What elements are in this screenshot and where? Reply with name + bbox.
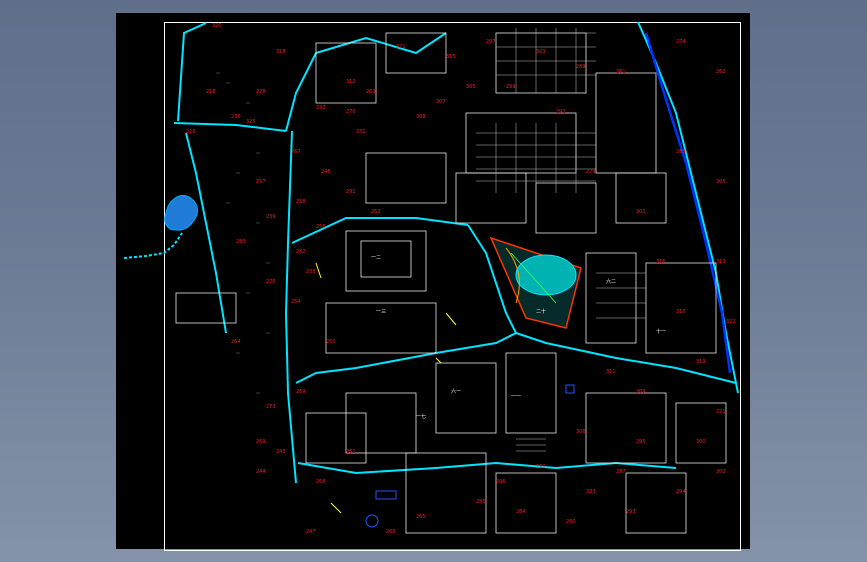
- lot-number-label: 284: [516, 509, 526, 515]
- lot-number-label: 305: [466, 84, 476, 90]
- lot-number-label: 300: [696, 439, 706, 445]
- lot-number-label: 250: [326, 339, 336, 345]
- block-label: 二十: [536, 308, 546, 315]
- lot-number-label: 279: [586, 169, 596, 175]
- lot-number-label: 263: [366, 89, 376, 95]
- lot-number-label: 228: [256, 89, 266, 95]
- lot-number-label: 312: [346, 79, 356, 85]
- lot-number-label: 288: [676, 149, 686, 155]
- lot-number-label: 331: [356, 129, 366, 135]
- lot-number-label: 256: [316, 224, 326, 230]
- lot-number-label: 258: [296, 199, 306, 205]
- lot-number-label: 283: [236, 239, 246, 245]
- lot-number-label: 289: [576, 64, 586, 70]
- block-label: 一三: [376, 309, 386, 315]
- stream-east: [644, 32, 732, 374]
- lot-number-label: 305: [716, 179, 726, 185]
- lot-number-label: 261: [346, 449, 356, 455]
- lot-number-label: 297: [486, 39, 496, 45]
- lot-number-label: 296: [496, 479, 506, 485]
- lot-number-label: 259: [256, 439, 266, 445]
- block-label: 一七: [416, 413, 426, 420]
- lot-number-label: 282: [296, 249, 306, 255]
- lot-number-label: 290: [536, 464, 546, 470]
- lot-number-label: 266: [386, 529, 396, 535]
- lot-number-label: 218: [206, 89, 216, 95]
- lot-number-label: 232: [316, 105, 326, 111]
- cad-model-space[interactable]: 320 318 312 321 315 297 303 289 281 274 262 325 267 2…: [116, 13, 750, 551]
- lot-number-label: 244: [256, 469, 266, 475]
- lot-number-label: 262: [716, 69, 726, 75]
- lot-number-label: 306: [576, 429, 586, 435]
- lot-number-label: 321: [396, 44, 406, 50]
- lot-number-label: 243: [276, 449, 286, 455]
- block-label: 一二: [371, 255, 381, 261]
- lot-number-label: 254: [291, 299, 301, 305]
- lot-number-label: 320: [212, 23, 222, 29]
- lot-number-label: 226: [186, 129, 196, 135]
- lot-number-label: 236: [231, 114, 241, 120]
- park-lawn: [515, 254, 577, 296]
- lot-number-label: 280: [566, 519, 576, 525]
- lot-number-label: 281: [616, 69, 626, 75]
- block-label: 六二: [606, 278, 616, 285]
- lot-number-label: 310: [676, 309, 686, 315]
- lot-number-label: 233: [306, 269, 316, 275]
- footpaths: [315, 262, 457, 514]
- lot-number-label: 276: [266, 279, 276, 285]
- lot-number-label: 247: [306, 529, 316, 535]
- symbols: [365, 384, 575, 528]
- lot-number-label: 313: [716, 259, 726, 265]
- lot-number-label: 239: [266, 214, 276, 220]
- lot-number-label: 248: [321, 169, 331, 175]
- block-label: 六一: [451, 388, 461, 395]
- lot-number-label: 322: [726, 319, 736, 325]
- lot-number-label: 271: [716, 409, 726, 415]
- lot-number-labels: 320 318 312 321 315 297 303 289 281 274 262 325 267 2…: [186, 23, 736, 535]
- block-label: 一一: [511, 394, 521, 400]
- lot-number-label: 293: [626, 509, 636, 515]
- lot-number-label: 291: [346, 189, 356, 195]
- lot-number-label: 308: [416, 114, 426, 120]
- vegetation-markers: [216, 72, 270, 394]
- lot-number-label: 267: [291, 149, 301, 155]
- lot-number-label: 265: [416, 514, 426, 520]
- lot-number-label: 301: [636, 209, 646, 215]
- lot-number-label: 269: [296, 389, 306, 395]
- lot-number-label: 270: [346, 109, 356, 115]
- lot-number-label: 302: [716, 469, 726, 475]
- lot-number-label: 274: [676, 39, 686, 45]
- lot-number-label: 316: [656, 259, 666, 265]
- lot-number-label: 303: [536, 49, 546, 55]
- lot-number-label: 311: [606, 369, 616, 375]
- stream-west: [123, 232, 183, 259]
- lot-number-label: 252: [371, 209, 381, 215]
- lot-number-label: 294: [676, 489, 686, 495]
- pond-water: [164, 195, 198, 231]
- lot-number-label: 307: [436, 99, 446, 105]
- block-label: 十一: [656, 328, 666, 335]
- building-footprints: [175, 32, 727, 534]
- lot-number-label: 257: [256, 179, 266, 185]
- lot-number-label: 292: [556, 109, 566, 115]
- site-plan-drawing: 320 318 312 321 315 297 303 289 281 274 262 325 267 2…: [123, 21, 739, 535]
- lot-number-label: 325: [246, 119, 256, 125]
- lot-number-label: 268: [316, 479, 326, 485]
- lot-number-label: 319: [696, 359, 706, 365]
- lot-number-label: 299: [506, 84, 516, 90]
- lot-number-label: 264: [231, 339, 241, 345]
- lot-number-label: 333: [586, 489, 596, 495]
- lot-number-label: 315: [446, 54, 456, 60]
- lot-number-label: 309: [636, 389, 646, 395]
- dense-block-grid: [476, 28, 646, 452]
- lot-number-label: 273: [266, 404, 276, 410]
- lot-number-label: 318: [276, 49, 286, 55]
- lot-number-label: 295: [636, 439, 646, 445]
- lot-number-label: 285: [476, 499, 486, 505]
- lot-number-label: 287: [616, 469, 626, 475]
